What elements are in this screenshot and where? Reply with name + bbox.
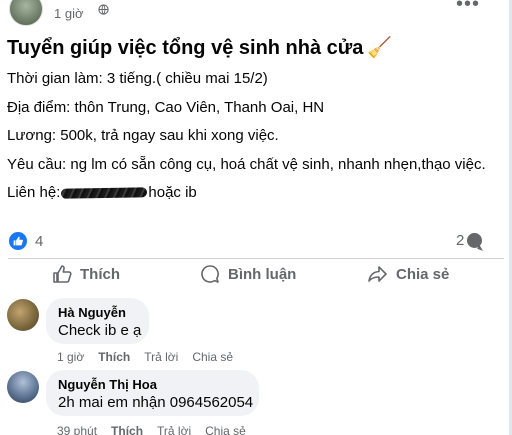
post-line-contact: Liên hệ: hoặc ib <box>7 184 197 201</box>
reaction-count: 4 <box>35 232 44 250</box>
comment-author[interactable]: Nguyễn Thị Hoa <box>58 376 247 393</box>
comment-time[interactable]: 39 phút <box>57 424 97 435</box>
post-line-requirement: Yêu cầu: ng lm có sẵn công cụ, hoá chất … <box>7 156 486 173</box>
comment-button[interactable]: Bình luận <box>200 262 296 286</box>
comment-meta: 39 phút Thích Trả lời Chia sẻ <box>57 424 246 435</box>
comment-time[interactable]: 1 giờ <box>57 350 84 364</box>
globe-icon <box>98 4 109 18</box>
comment-reply-link[interactable]: Trả lời <box>144 350 178 364</box>
post-line-time: Thời gian làm: 3 tiếng.( chiều mai 15/2) <box>7 70 268 87</box>
post-timestamp[interactable]: 1 giờ <box>54 6 84 21</box>
post-title-text: Tuyển giúp việc tổng vệ sinh nhà cửa <box>7 37 364 59</box>
comment-meta: 1 giờ Thích Trả lời Chia sẻ <box>57 350 233 364</box>
share-button-label: Chia sẻ <box>396 265 450 283</box>
comment-bubble-icon <box>467 233 483 248</box>
more-options-icon[interactable]: ••• <box>456 0 480 16</box>
comment-author[interactable]: Hà Nguyễn <box>58 304 137 321</box>
page-avatar[interactable] <box>9 0 43 26</box>
avatar[interactable] <box>7 299 39 331</box>
comment-count-value: 2 <box>456 232 465 249</box>
contact-label: Liên hệ: <box>7 184 61 201</box>
like-button-label: Thích <box>80 265 120 283</box>
comment-count[interactable]: 2 <box>456 232 483 249</box>
comment-icon <box>201 265 219 283</box>
comment-text: 2h mai em nhận 0964562054 <box>58 394 254 411</box>
like-button[interactable]: Thích <box>52 262 120 286</box>
comment-like-link[interactable]: Thích <box>111 424 143 435</box>
broom-emoji: 🧹 <box>367 37 393 59</box>
redacted-contact <box>61 187 148 199</box>
like-reaction-icon <box>9 232 27 250</box>
post-title: Tuyển giúp việc tổng vệ sinh nhà cửa 🧹 <box>7 35 392 60</box>
comment-like-link[interactable]: Thích <box>98 350 130 364</box>
divider <box>8 258 504 259</box>
comment-text: Check ib e ạ <box>58 322 142 339</box>
avatar[interactable] <box>7 371 39 403</box>
share-button[interactable]: Chia sẻ <box>367 262 449 286</box>
reactions-summary[interactable]: 4 <box>9 232 43 250</box>
comment-button-label: Bình luận <box>228 265 297 283</box>
comment-reply-link[interactable]: Trả lời <box>157 424 191 435</box>
comment-bubble: Hà Nguyễn Check ib e ạ <box>46 298 149 344</box>
share-icon <box>368 266 387 282</box>
contact-suffix: hoặc ib <box>148 184 197 201</box>
thumbs-up-icon <box>53 265 72 283</box>
comment-share-link[interactable]: Chia sẻ <box>205 424 246 435</box>
post-line-location: Địa điểm: thôn Trung, Cao Viên, Thanh Oa… <box>7 99 325 116</box>
comment-bubble: Nguyễn Thị Hoa 2h mai em nhận 0964562054 <box>46 370 259 416</box>
post-header: 1 giờ ••• <box>0 0 512 28</box>
comment-share-link[interactable]: Chia sẻ <box>192 350 233 364</box>
post-line-salary: Lương: 500k, trả ngay sau khi xong việc. <box>7 127 279 144</box>
